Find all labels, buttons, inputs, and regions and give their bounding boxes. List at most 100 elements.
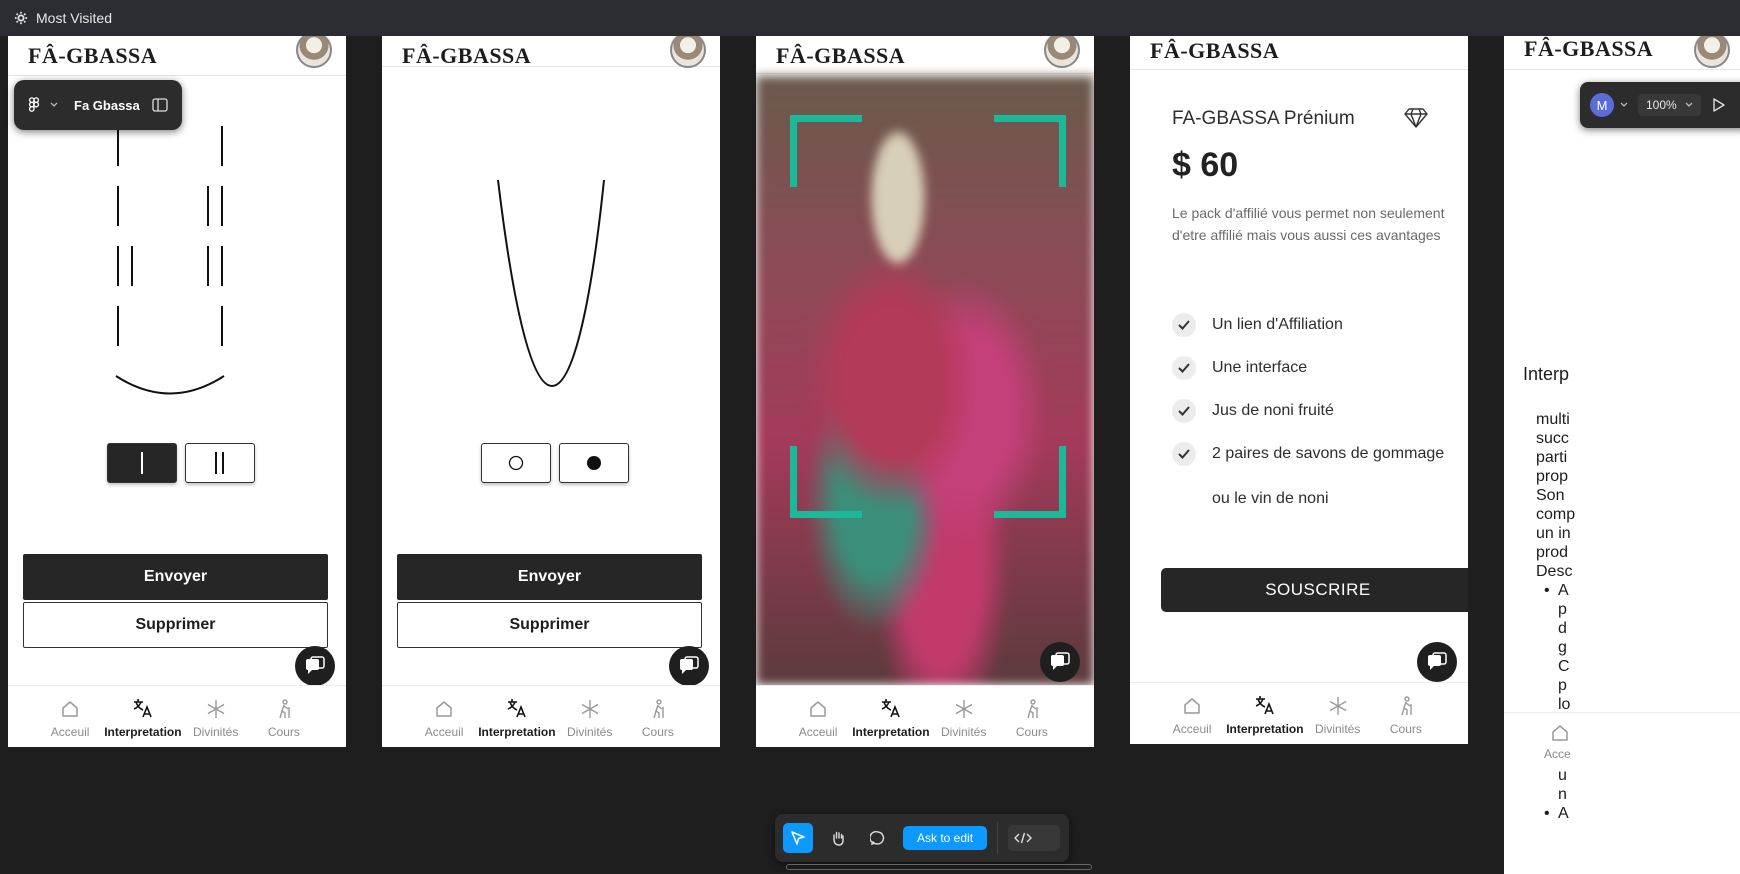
chat-icon (680, 656, 699, 674)
code-icon (1014, 832, 1033, 844)
bullet-line: A (1558, 582, 1569, 599)
nav-cours[interactable]: Cours (1372, 683, 1440, 744)
app-header: FÂ-GBASSA (1130, 36, 1468, 70)
nav-cours[interactable]: Cours (250, 686, 318, 747)
bullet-line: d (1558, 620, 1567, 637)
snowflake-icon (1329, 697, 1347, 715)
nav-interpretation[interactable]: Interpretation (1226, 683, 1304, 744)
empty-circle-toggle[interactable] (481, 443, 551, 483)
chat-button[interactable] (1040, 642, 1080, 682)
app-title: FÂ-GBASSA (776, 43, 906, 68)
feature-item: 2 paires de savons de gommage (1172, 442, 1444, 466)
nav-cours[interactable]: Cours (998, 686, 1066, 747)
bookmark-most-visited[interactable]: Most Visited (36, 10, 112, 26)
nav-interpretation[interactable]: Interpretation (478, 686, 556, 747)
avatar[interactable] (296, 36, 332, 68)
chevron-down-icon[interactable] (1620, 102, 1628, 108)
zoom-dropdown[interactable]: 100% (1638, 94, 1701, 116)
chevron-down-icon (1685, 102, 1693, 107)
nav-divinites[interactable]: Divinités (182, 686, 250, 747)
single-line-toggle[interactable] (107, 443, 177, 483)
subscribe-button[interactable]: SOUSCRIRE (1161, 568, 1468, 612)
bottom-nav: Acceuil Interpretation Divinités Cours (1130, 682, 1468, 744)
delete-button[interactable]: Supprimer (23, 602, 328, 648)
chat-button[interactable] (295, 646, 335, 686)
nav-cours[interactable]: Cours (624, 686, 692, 747)
figma-toolbar: Ask to edit (775, 814, 1069, 862)
bullet-line: p (1558, 601, 1567, 618)
app-title: FÂ-GBASSA (28, 43, 158, 68)
nav-divinites[interactable]: Divinités (930, 686, 998, 747)
bullet-dot: • (1544, 582, 1550, 599)
play-icon[interactable] (1713, 98, 1725, 112)
chevron-down-icon[interactable] (50, 102, 58, 108)
user-avatar[interactable]: M (1590, 93, 1614, 117)
nav-acceuil[interactable]: Acceuil (1158, 683, 1226, 744)
nav-divinites[interactable]: Divinités (556, 686, 624, 747)
home-icon (1552, 725, 1568, 741)
app-title: FÂ-GBASSA (402, 43, 532, 68)
nav-acceuil[interactable]: Acceuil (36, 686, 104, 747)
frame-ifa-curve: FÂ-GBASSA Envoyer Supprimer Acceuil Inte… (382, 36, 720, 747)
send-button[interactable]: Envoyer (397, 554, 702, 600)
nav-divinites[interactable]: Divinités (1304, 683, 1372, 744)
check-icon (1172, 442, 1196, 466)
toolbar-divider (997, 822, 999, 854)
chat-button[interactable] (1417, 642, 1457, 682)
nav-acceuil[interactable]: Acceuil (410, 686, 478, 747)
home-icon (1184, 698, 1200, 714)
file-name[interactable]: Fa Gbassa (74, 98, 140, 113)
comment-icon (870, 830, 885, 846)
paragraph-line: prop (1536, 468, 1569, 485)
move-tool[interactable] (783, 823, 813, 853)
horizontal-scrollbar[interactable] (786, 864, 1092, 870)
frame-interpretation-text: FÂ-GBASSA Interp multi succ parti prop S… (1504, 36, 1740, 874)
empty-circle-icon (508, 455, 524, 471)
paragraph-line: Son (1536, 487, 1565, 504)
scan-corner-tr (994, 115, 1066, 187)
bookmarks-bar: Most Visited (0, 0, 1740, 36)
hiker-icon (1027, 699, 1038, 719)
home-icon (436, 701, 452, 717)
nav-interpretation[interactable]: Interpretation (852, 686, 930, 747)
comment-tool[interactable] (863, 823, 893, 853)
hand-icon (833, 831, 844, 846)
chat-button[interactable] (669, 646, 709, 686)
hiker-icon (279, 699, 290, 719)
paragraph-line: Desc (1536, 563, 1573, 580)
paragraph-line: comp (1536, 506, 1576, 523)
paragraph-line: prod (1536, 544, 1569, 561)
dev-mode-toggle[interactable] (1008, 825, 1061, 851)
single-line-icon (141, 452, 143, 474)
avatar[interactable] (1044, 36, 1080, 68)
nav-acceuil-partial[interactable]: Acce (1544, 747, 1571, 761)
filled-circle-toggle[interactable] (559, 443, 629, 483)
bullet-dot: • (1544, 805, 1550, 822)
double-line-toggle[interactable] (185, 443, 255, 483)
bullet-line: C (1558, 658, 1570, 675)
sidebar-toggle-icon[interactable] (152, 98, 168, 112)
filled-circle-icon (587, 456, 601, 470)
app-header: FÂ-GBASSA (382, 36, 720, 68)
ask-to-edit-button[interactable]: Ask to edit (903, 826, 988, 850)
figma-canvas[interactable]: FÂ-GBASSA Envoyer Supprimer Acceuil Inte… (0, 36, 1740, 874)
figma-file-bar: Fa Gbassa (14, 80, 182, 130)
paragraph-line: un in (1536, 525, 1571, 542)
figma-zoom-bar: M 100% (1580, 82, 1740, 128)
hand-tool[interactable] (823, 823, 853, 853)
nav-acceuil[interactable]: Acceuil (784, 686, 852, 747)
avatar[interactable] (670, 36, 706, 68)
figma-logo-icon[interactable] (28, 97, 40, 113)
bullet-line: g (1558, 639, 1567, 656)
send-button[interactable]: Envoyer (23, 554, 328, 600)
avatar[interactable] (1694, 36, 1730, 68)
diamond-icon (1404, 108, 1428, 128)
frame-scanner: FÂ-GBASSA Acceuil Interpretation Divinit… (756, 36, 1094, 747)
nav-interpretation[interactable]: Interpretation (104, 686, 182, 747)
paragraph-line: multi (1536, 411, 1570, 428)
hiker-icon (1401, 696, 1412, 716)
cursor-icon (791, 831, 805, 845)
delete-button[interactable]: Supprimer (397, 602, 702, 648)
chat-icon (306, 656, 325, 674)
frame-ifa-lines: FÂ-GBASSA Envoyer Supprimer Acceuil Inte… (8, 36, 346, 747)
